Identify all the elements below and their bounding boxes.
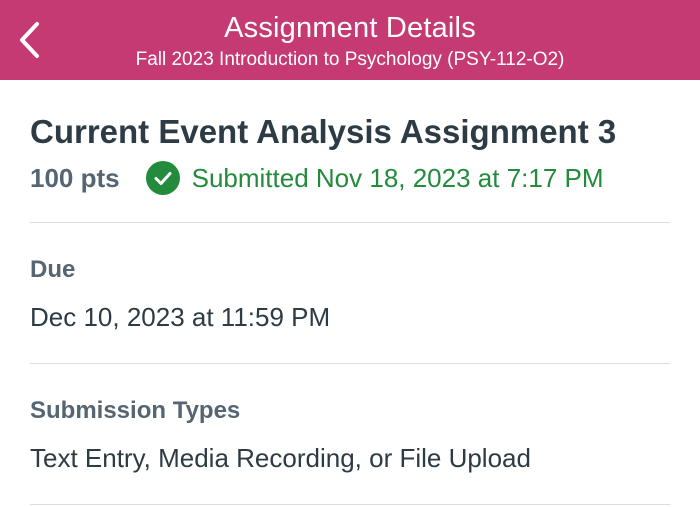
chevron-left-icon [20, 22, 39, 58]
assignment-title: Current Event Analysis Assignment 3 [30, 113, 617, 150]
page-title: Assignment Details [224, 12, 476, 44]
assignment-meta: 100 pts Submitted Nov 18, 2023 at 7:17 P… [30, 158, 604, 198]
check-circle-icon [145, 161, 180, 195]
submission-types-label: Submission Types [30, 397, 241, 424]
due-date-value: Dec 10, 2023 at 11:59 PM [30, 302, 331, 332]
points-label: 100 pts [30, 162, 120, 193]
submission-types-value: Text Entry, Media Recording, or File Upl… [30, 443, 531, 473]
divider [30, 363, 670, 364]
submission-status-text: Submitted Nov 18, 2023 at 7:17 PM [191, 162, 604, 193]
due-label: Due [30, 256, 76, 283]
back-button[interactable] [8, 16, 52, 64]
divider [30, 504, 670, 505]
navigation-bar: Assignment Details Fall 2023 Introductio… [0, 0, 700, 80]
submission-status: Submitted Nov 18, 2023 at 7:17 PM [145, 161, 604, 195]
divider [30, 222, 670, 223]
course-subtitle: Fall 2023 Introduction to Psychology (PS… [135, 49, 565, 70]
assignment-details-screen: Assignment Details Fall 2023 Introductio… [0, 0, 700, 507]
